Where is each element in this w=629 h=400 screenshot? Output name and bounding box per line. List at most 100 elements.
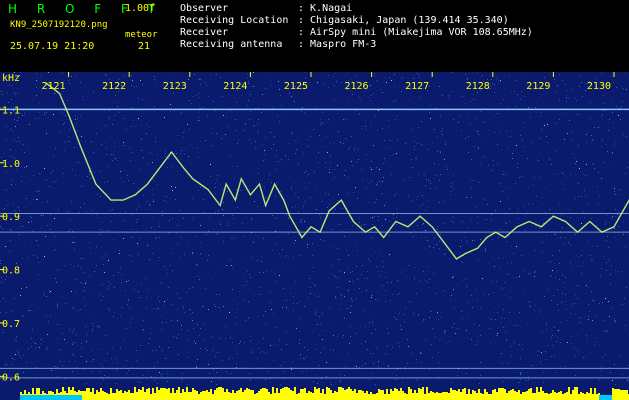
noise-dot xyxy=(199,79,200,80)
noise-dot xyxy=(143,320,144,321)
noise-dot xyxy=(619,355,620,356)
noise-dot xyxy=(89,242,90,243)
noise-dot xyxy=(284,100,285,101)
noise-dot xyxy=(304,201,305,202)
noise-dot xyxy=(265,379,266,380)
noise-dot xyxy=(10,156,11,157)
noise-dot xyxy=(337,200,338,201)
noise-dot xyxy=(518,208,519,209)
noise-dot xyxy=(366,77,367,78)
histogram-bar xyxy=(90,392,92,400)
histogram-bar xyxy=(472,390,474,400)
noise-dot xyxy=(457,341,458,342)
noise-dot xyxy=(180,113,181,114)
noise-dot xyxy=(376,267,377,268)
noise-dot xyxy=(153,201,154,202)
noise-dot xyxy=(11,230,12,231)
receiver-label: Receiver xyxy=(180,27,229,38)
noise-dot xyxy=(235,119,236,120)
noise-dot xyxy=(274,273,275,274)
noise-dot xyxy=(382,193,383,194)
noise-dot xyxy=(445,142,446,143)
noise-dot xyxy=(150,98,151,99)
noise-dot xyxy=(351,161,352,162)
histogram-bar xyxy=(118,391,120,400)
noise-dot xyxy=(458,153,459,154)
histogram-bar xyxy=(226,389,228,400)
noise-dot xyxy=(102,170,103,171)
noise-dot xyxy=(414,279,415,280)
noise-dot xyxy=(382,92,383,93)
noise-dot xyxy=(396,208,397,209)
noise-dot xyxy=(513,325,514,326)
noise-dot xyxy=(325,193,326,194)
noise-dot xyxy=(420,353,421,354)
noise-dot xyxy=(308,174,309,175)
noise-dot xyxy=(418,315,419,316)
noise-dot xyxy=(217,175,218,176)
noise-dot xyxy=(47,201,48,202)
noise-dot xyxy=(581,82,582,83)
noise-dot xyxy=(145,278,146,279)
noise-dot xyxy=(118,272,119,273)
noise-dot xyxy=(306,356,307,357)
noise-dot xyxy=(609,347,610,348)
noise-dot xyxy=(535,305,536,306)
noise-dot xyxy=(472,240,473,241)
noise-dot xyxy=(385,301,386,302)
noise-dot xyxy=(329,169,330,170)
noise-dot xyxy=(347,267,348,268)
noise-dot xyxy=(160,316,161,317)
noise-dot xyxy=(445,330,446,331)
noise-dot xyxy=(547,142,548,143)
histogram-bar xyxy=(360,390,362,400)
noise-dot xyxy=(599,380,600,381)
noise-dot xyxy=(315,146,316,147)
noise-dot xyxy=(100,196,101,197)
noise-dot xyxy=(610,217,611,218)
noise-dot xyxy=(571,343,572,344)
noise-dot xyxy=(136,350,137,351)
noise-dot xyxy=(551,356,552,357)
noise-dot xyxy=(234,223,235,224)
noise-dot xyxy=(540,310,541,311)
noise-dot xyxy=(427,240,428,241)
noise-dot xyxy=(81,356,82,357)
noise-dot xyxy=(62,113,63,114)
noise-dot xyxy=(405,307,406,308)
noise-dot xyxy=(371,161,372,162)
noise-dot xyxy=(310,136,311,137)
histogram-bar xyxy=(178,387,180,400)
noise-dot xyxy=(215,212,216,213)
histogram-bar xyxy=(440,393,442,400)
noise-dot xyxy=(372,341,373,342)
noise-dot xyxy=(385,78,386,79)
noise-dot xyxy=(372,373,373,374)
noise-dot xyxy=(291,186,292,187)
histogram-bar xyxy=(206,390,208,400)
noise-dot xyxy=(102,126,103,127)
noise-dot xyxy=(138,98,139,99)
noise-dot xyxy=(200,79,201,80)
noise-dot xyxy=(388,120,389,121)
noise-dot xyxy=(41,215,42,216)
noise-dot xyxy=(605,331,606,332)
noise-dot xyxy=(220,184,221,185)
histogram-bar xyxy=(238,390,240,400)
noise-dot xyxy=(289,226,290,227)
noise-dot xyxy=(603,256,604,257)
noise-dot xyxy=(127,373,128,374)
noise-dot xyxy=(603,162,604,163)
noise-dot xyxy=(102,366,103,367)
noise-dot xyxy=(356,161,357,162)
noise-dot xyxy=(578,285,579,286)
histogram-bar xyxy=(474,391,476,400)
noise-dot xyxy=(149,204,150,205)
noise-dot xyxy=(614,255,615,256)
noise-dot xyxy=(51,370,52,371)
noise-dot xyxy=(84,203,85,204)
noise-dot xyxy=(105,335,106,336)
histogram-bar xyxy=(94,394,96,400)
noise-dot xyxy=(612,112,613,113)
noise-dot xyxy=(294,243,295,244)
